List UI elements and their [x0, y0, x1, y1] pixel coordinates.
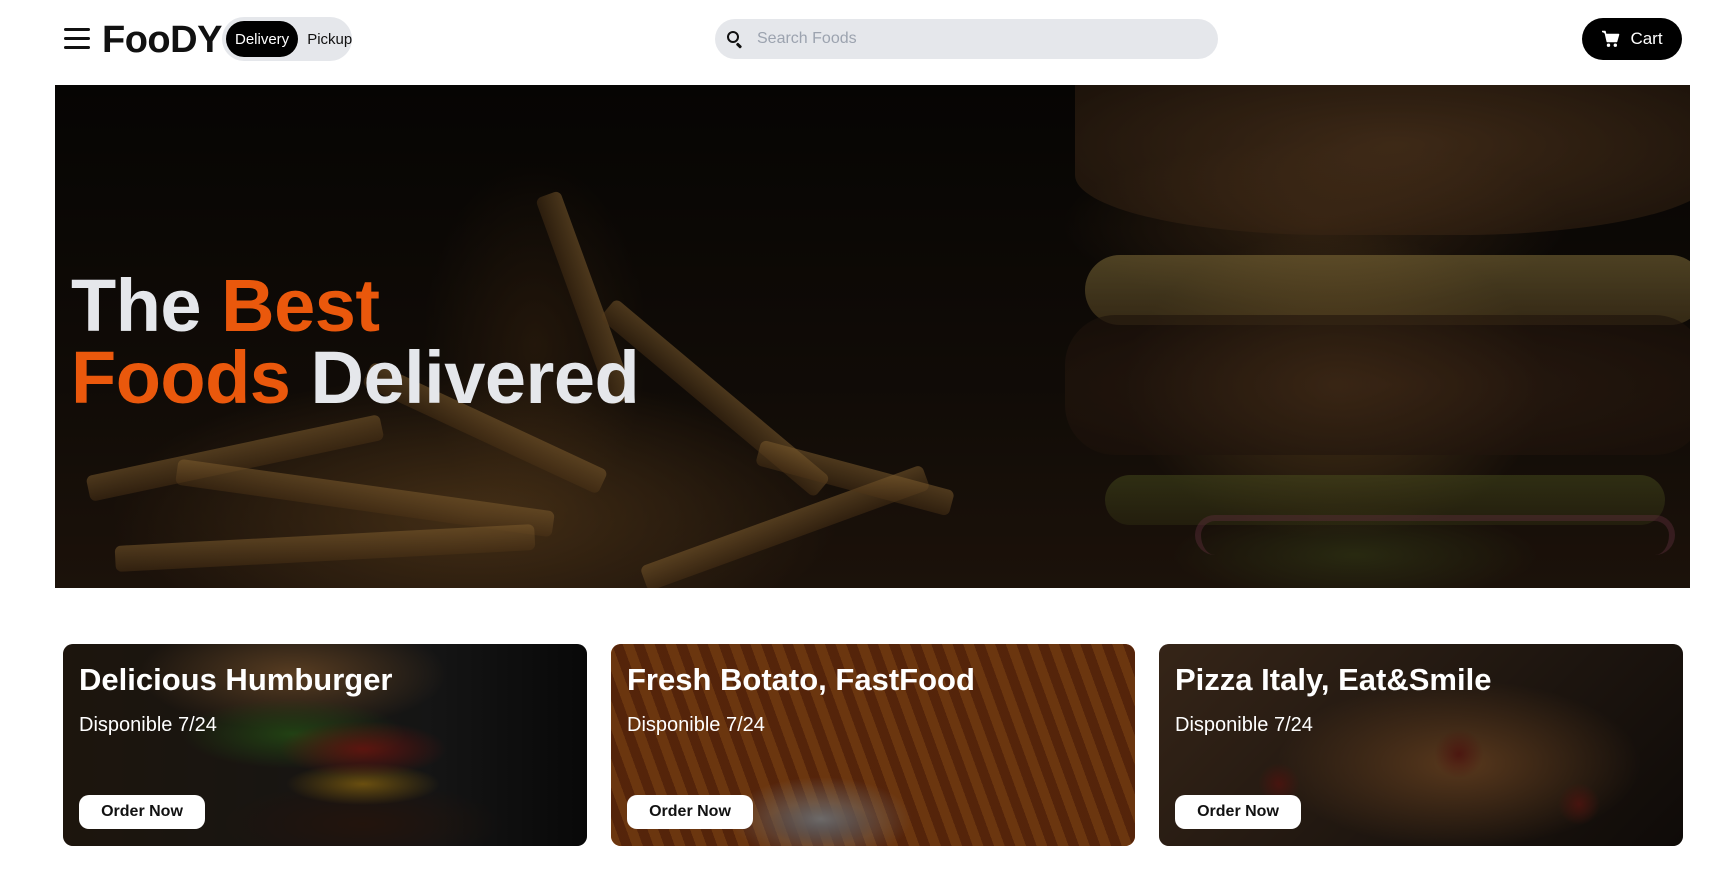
hero-word: The [71, 264, 202, 347]
card-title: Fresh Botato, FastFood [627, 662, 975, 697]
card-title: Pizza Italy, Eat&Smile [1175, 662, 1492, 697]
card-subtitle: Disponible 7/24 [627, 714, 765, 736]
hamburger-menu-icon[interactable] [64, 26, 90, 52]
hero-word: Delivered [310, 336, 640, 419]
cart-button[interactable]: Cart [1582, 18, 1682, 60]
promo-card-fries: Fresh Botato, FastFood Disponible 7/24 O… [611, 644, 1135, 846]
promo-card-pizza: Pizza Italy, Eat&Smile Disponible 7/24 O… [1159, 644, 1683, 846]
hero-accent-word: Foods [71, 336, 291, 419]
search-input[interactable] [757, 30, 1197, 48]
order-now-button[interactable]: Order Now [627, 795, 753, 829]
search-bar [715, 19, 1218, 59]
shopping-cart-icon [1601, 30, 1620, 48]
brand-logo[interactable]: FooDY [102, 18, 222, 62]
order-now-button[interactable]: Order Now [79, 795, 205, 829]
search-icon [727, 31, 743, 49]
order-now-button[interactable]: Order Now [1175, 795, 1301, 829]
card-subtitle: Disponible 7/24 [1175, 714, 1313, 736]
top-navbar: FooDY Delivery Pickup Cart [0, 0, 1731, 80]
hero-banner: The Best Foods Delivered [55, 85, 1690, 588]
delivery-pickup-toggle: Delivery Pickup [222, 17, 352, 61]
pickup-option[interactable]: Pickup [298, 21, 361, 57]
menu-bar [64, 37, 90, 40]
menu-bar [64, 28, 90, 31]
delivery-option[interactable]: Delivery [226, 21, 299, 57]
card-title: Delicious Humburger [79, 662, 393, 697]
cart-label: Cart [1630, 29, 1663, 48]
hero-accent-word: Best [221, 264, 380, 347]
hero-headline: The Best Foods Delivered [71, 269, 640, 415]
card-subtitle: Disponible 7/24 [79, 714, 217, 736]
promo-card-burger: Delicious Humburger Disponible 7/24 Orde… [63, 644, 587, 846]
menu-bar [64, 46, 90, 49]
